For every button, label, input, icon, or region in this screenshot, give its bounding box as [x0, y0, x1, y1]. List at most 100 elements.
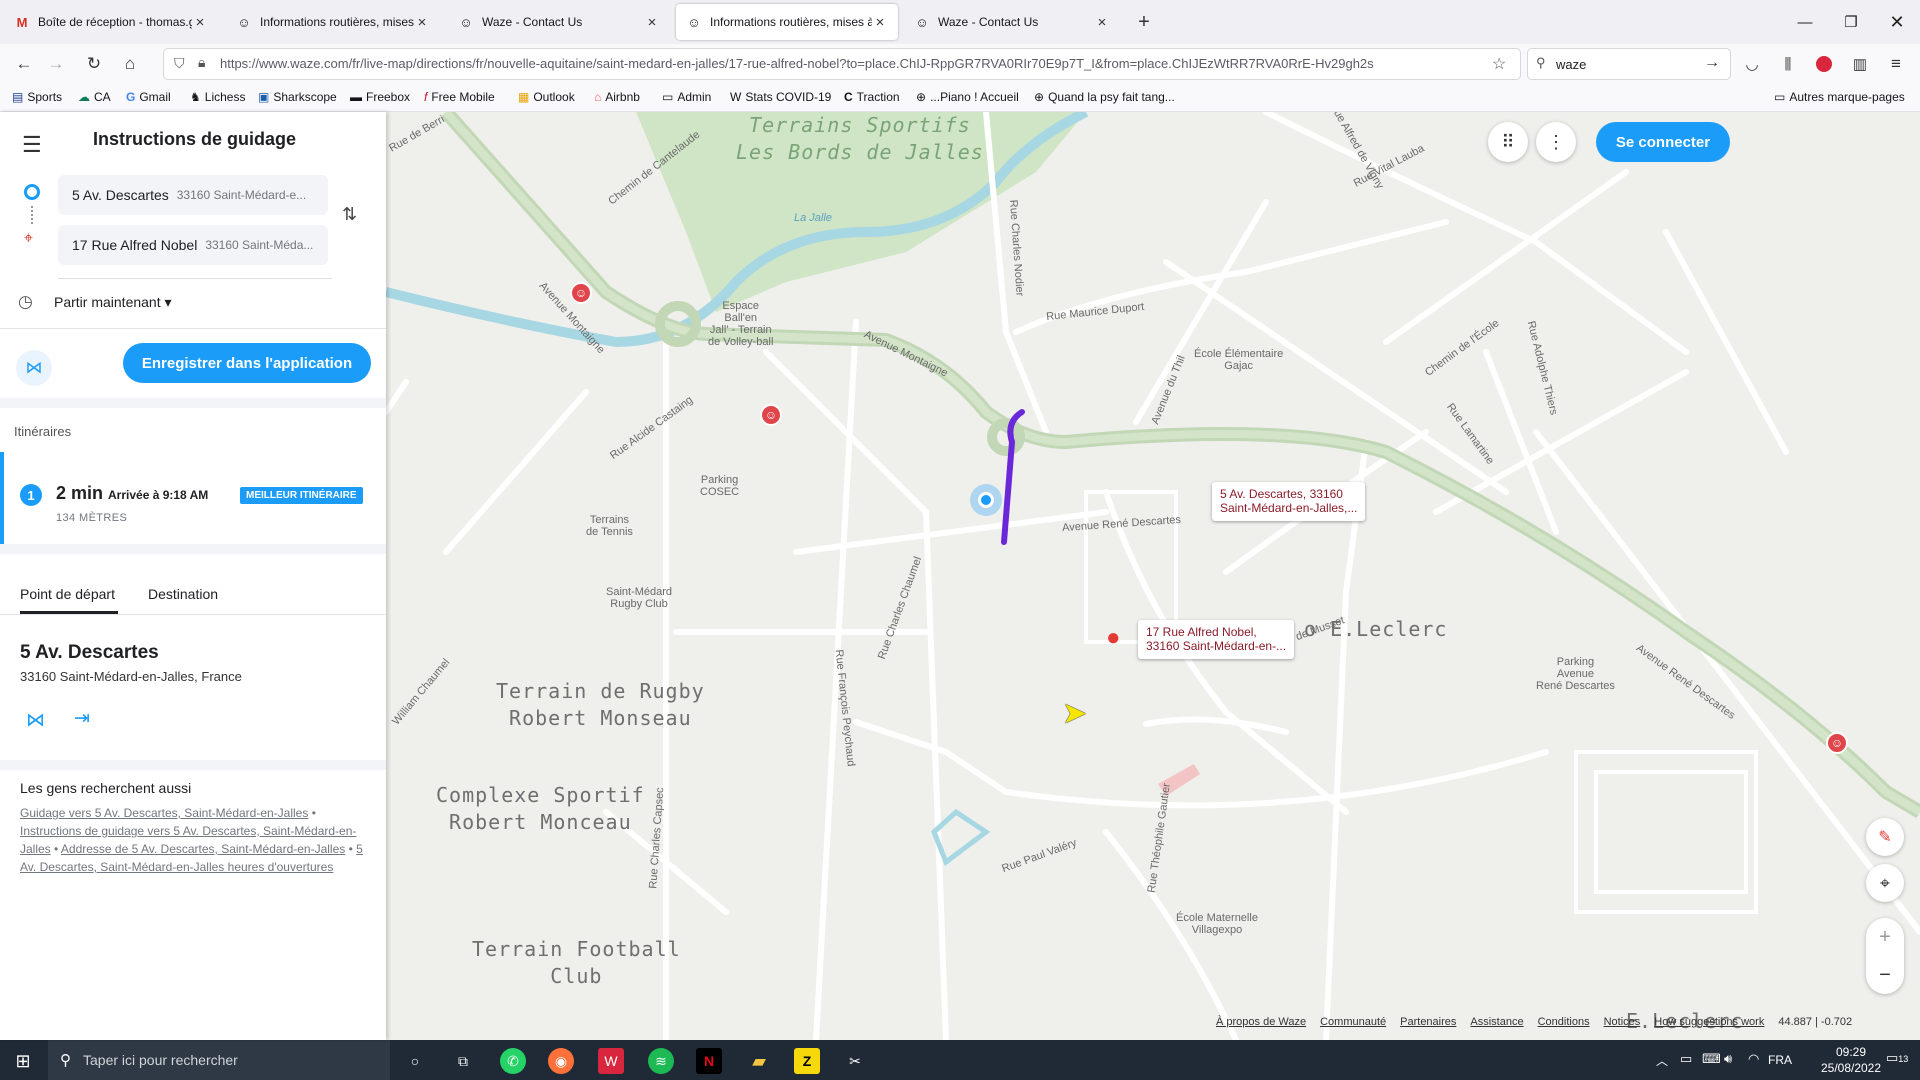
- route-option[interactable]: 1 2 min Arrivée à 9:18 AM MEILLEUR ITINÉ…: [0, 452, 386, 544]
- bookmark-sharkscope[interactable]: ▣ Sharkscope: [258, 90, 337, 104]
- waze-police-report-icon[interactable]: ☺: [1826, 732, 1848, 754]
- map-canvas[interactable]: Terrains Sportifs Les Bords de Jalles Te…: [386, 112, 1920, 1040]
- bookmark-star-icon[interactable]: ☆: [1492, 54, 1506, 74]
- browser-tab-gmail[interactable]: M Boîte de réception - thomas.gu ×: [4, 4, 218, 40]
- bookmark-psy[interactable]: ⊕ Quand la psy fait tang...: [1034, 90, 1175, 104]
- bookmark-free-mobile[interactable]: f Free Mobile: [424, 90, 495, 104]
- windows-start-icon[interactable]: ⊞: [10, 1048, 36, 1074]
- tracking-shield-icon[interactable]: ⛉: [174, 55, 185, 72]
- lock-icon[interactable]: 🔒︎: [198, 54, 205, 71]
- netflix-icon[interactable]: N: [696, 1048, 722, 1074]
- search-value[interactable]: waze: [1556, 57, 1586, 72]
- waze-police-report-icon[interactable]: ☺: [570, 282, 592, 304]
- bookmark-outlook[interactable]: ▦ Outlook: [518, 90, 575, 104]
- more-options-icon[interactable]: ⋮: [1536, 122, 1576, 162]
- bookmark-ca[interactable]: ☁ CA: [78, 90, 111, 104]
- new-tab-icon[interactable]: +: [1130, 8, 1158, 36]
- tab-start-point[interactable]: Point de départ: [20, 586, 115, 602]
- language-indicator[interactable]: FRA: [1768, 1053, 1792, 1067]
- firefox-icon[interactable]: ◉: [548, 1048, 574, 1074]
- footer-link-partners[interactable]: Partenaires: [1400, 1016, 1456, 1028]
- other-bookmarks[interactable]: ▭ Autres marque-pages: [1774, 90, 1905, 104]
- url-text[interactable]: https://www.waze.com/fr/live-map/directi…: [220, 56, 1480, 71]
- related-link[interactable]: Guidage vers 5 Av. Descartes, Saint-Méda…: [20, 806, 308, 820]
- destination-tooltip[interactable]: 17 Rue Alfred Nobel, 33160 Saint-Médard-…: [1138, 620, 1295, 659]
- search-bar[interactable]: ⚲ waze →: [1528, 49, 1730, 79]
- tab-destination[interactable]: Destination: [148, 586, 218, 602]
- save-in-app-button[interactable]: Enregistrer dans l'application: [123, 343, 371, 383]
- home-icon[interactable]: ⌂: [116, 50, 144, 78]
- zoom-in-icon[interactable]: +: [1866, 918, 1904, 956]
- bookmark-piano[interactable]: ⊕ ...Piano ! Accueil: [916, 90, 1019, 104]
- tray-chevron-icon[interactable]: ︿: [1656, 1052, 1668, 1069]
- reload-icon[interactable]: ↻: [80, 50, 108, 78]
- swap-directions-icon[interactable]: ⇅: [342, 204, 357, 225]
- bookmark-gmail[interactable]: G Gmail: [126, 90, 171, 104]
- footer-link-suggestions[interactable]: How suggestions work: [1654, 1016, 1764, 1028]
- bookmark-traction[interactable]: C Traction: [844, 90, 900, 104]
- zebra-app-icon[interactable]: Z: [794, 1048, 820, 1074]
- forward-icon[interactable]: →: [42, 50, 70, 78]
- browser-tab-waze-contact[interactable]: ☺ Waze - Contact Us ×: [448, 4, 670, 40]
- file-explorer-icon[interactable]: ▰: [746, 1048, 772, 1074]
- notifications-icon[interactable]: ▭13: [1886, 1050, 1908, 1066]
- minimize-window-icon[interactable]: —: [1782, 0, 1828, 44]
- bookmark-sports[interactable]: ▤ Sports: [12, 90, 62, 104]
- origin-marker[interactable]: [970, 484, 1002, 516]
- browser-tab-waze-info-active[interactable]: ☺ Informations routières, mises à ×: [676, 4, 898, 40]
- network-icon[interactable]: ⌨: [1702, 1051, 1721, 1067]
- bookmark-airbnb[interactable]: ⌂ Airbnb: [594, 90, 640, 104]
- send-to-phone-icon[interactable]: ⇥: [74, 707, 90, 730]
- browser-tab-waze-contact-2[interactable]: ☺ Waze - Contact Us ×: [904, 4, 1120, 40]
- whatsapp-icon[interactable]: ✆: [500, 1048, 526, 1074]
- menu-icon[interactable]: ≡: [1882, 50, 1910, 78]
- browser-tab-waze-info[interactable]: ☺ Informations routières, mises à ×: [226, 4, 440, 40]
- sidebar-icon[interactable]: ▥: [1846, 50, 1874, 78]
- destination-marker-pin-icon[interactable]: ●: [1106, 624, 1121, 652]
- footer-link-community[interactable]: Communauté: [1320, 1016, 1386, 1028]
- close-tab-icon[interactable]: ×: [414, 14, 430, 31]
- extension-icon[interactable]: [1810, 50, 1838, 78]
- task-view-icon[interactable]: ⧉: [450, 1048, 476, 1074]
- close-tab-icon[interactable]: ×: [872, 14, 888, 31]
- apps-grid-icon[interactable]: ⠿: [1488, 122, 1528, 162]
- close-window-icon[interactable]: ✕: [1874, 0, 1920, 44]
- spotify-icon[interactable]: ≋: [648, 1048, 674, 1074]
- related-link[interactable]: Addresse de 5 Av. Descartes, Saint-Médar…: [61, 842, 345, 856]
- bookmark-freebox[interactable]: ▬ Freebox: [350, 90, 410, 104]
- close-tab-icon[interactable]: ×: [1094, 14, 1110, 31]
- destination-input[interactable]: 17 Rue Alfred Nobel 33160 Saint-Méda...: [58, 225, 328, 265]
- footer-link-support[interactable]: Assistance: [1470, 1016, 1523, 1028]
- snipping-tool-icon[interactable]: ✂: [842, 1048, 868, 1074]
- bookmark-stats-covid[interactable]: W Stats COVID-19: [730, 90, 831, 104]
- zoom-out-icon[interactable]: −: [1866, 956, 1904, 994]
- pocket-icon[interactable]: ◡: [1738, 50, 1766, 78]
- waze-police-report-icon[interactable]: ☺: [760, 404, 782, 426]
- battery-icon[interactable]: ▭: [1680, 1051, 1692, 1067]
- search-go-icon[interactable]: →: [1704, 54, 1720, 72]
- back-icon[interactable]: ←: [10, 50, 38, 78]
- footer-link-about[interactable]: À propos de Waze: [1216, 1016, 1306, 1028]
- bookmark-admin[interactable]: ▭ Admin: [662, 90, 711, 104]
- footer-link-notices[interactable]: Notices: [1604, 1016, 1641, 1028]
- url-bar[interactable]: ⛉ 🔒︎ https://www.waze.com/fr/live-map/di…: [164, 49, 1520, 79]
- cortana-icon[interactable]: ○: [402, 1048, 428, 1074]
- bookmark-lichess[interactable]: ♞ Lichess: [190, 90, 245, 104]
- depart-time-select[interactable]: Partir maintenant ▾: [54, 294, 172, 311]
- footer-link-terms[interactable]: Conditions: [1538, 1016, 1590, 1028]
- taskbar-search[interactable]: ⚲ Taper ici pour rechercher: [48, 1040, 390, 1080]
- restore-window-icon[interactable]: ❐: [1828, 0, 1874, 44]
- wifi-icon[interactable]: ◠: [1748, 1051, 1759, 1067]
- clock[interactable]: 09:29 25/08/2022: [1820, 1044, 1882, 1076]
- share-place-icon[interactable]: ⋈: [26, 709, 45, 732]
- close-tab-icon[interactable]: ×: [192, 14, 208, 31]
- locate-me-icon[interactable]: ⌖: [1866, 864, 1904, 902]
- hamburger-menu-icon[interactable]: ☰: [22, 132, 42, 158]
- origin-tooltip[interactable]: 5 Av. Descartes, 33160 Saint-Médard-en-J…: [1212, 482, 1366, 521]
- report-icon[interactable]: ✎: [1866, 818, 1904, 856]
- library-icon[interactable]: ⫼: [1774, 50, 1802, 78]
- winamax-icon[interactable]: W: [598, 1048, 624, 1074]
- volume-icon[interactable]: 🔊︎: [1724, 1051, 1732, 1067]
- origin-input[interactable]: 5 Av. Descartes 33160 Saint-Médard-e...: [58, 175, 328, 215]
- close-tab-icon[interactable]: ×: [644, 14, 660, 31]
